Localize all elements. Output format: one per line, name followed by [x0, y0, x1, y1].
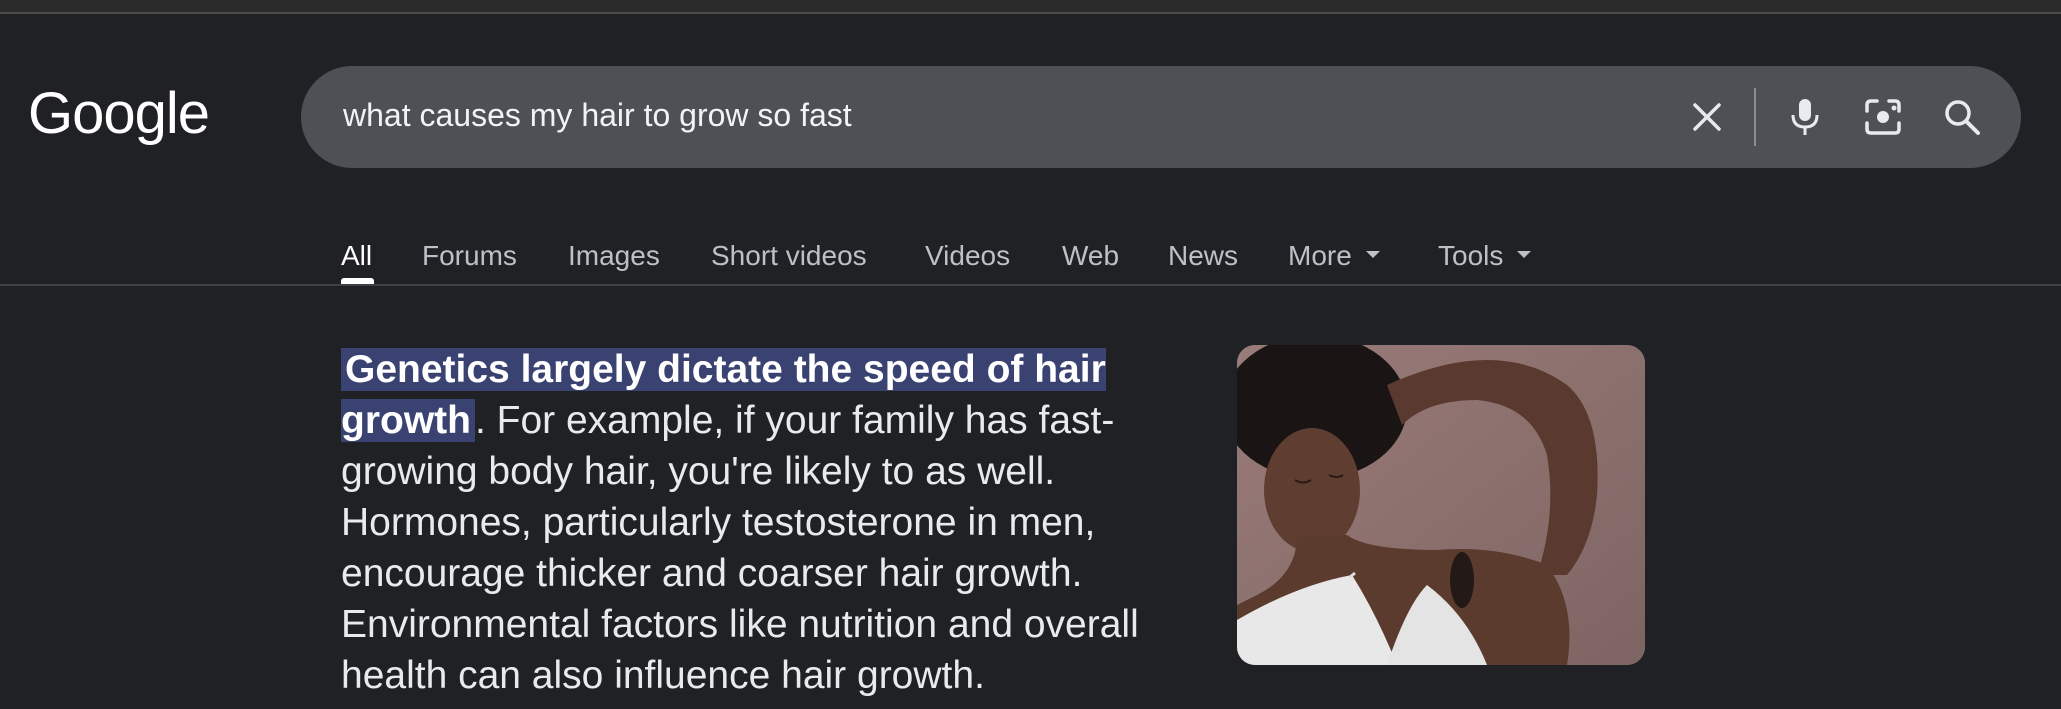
search-box[interactable]: what causes my hair to grow so fast: [301, 66, 2021, 168]
tab-tools[interactable]: Tools: [1438, 240, 1532, 272]
tab-images[interactable]: Images: [568, 240, 660, 272]
tab-more-label: More: [1288, 240, 1352, 271]
tab-short-videos[interactable]: Short videos: [711, 240, 867, 272]
tab-news[interactable]: News: [1168, 240, 1238, 272]
search-icon[interactable]: [1938, 93, 1986, 141]
microphone-icon[interactable]: [1781, 93, 1829, 141]
featured-snippet-text: Genetics largely dictate the speed of ha…: [341, 344, 1181, 701]
snippet-thumbnail-image[interactable]: [1237, 345, 1645, 665]
chevron-down-icon: [1517, 251, 1532, 259]
tab-web[interactable]: Web: [1062, 240, 1119, 272]
camera-lens-icon[interactable]: [1859, 93, 1907, 141]
tab-more[interactable]: More: [1288, 240, 1380, 272]
tab-forums[interactable]: Forums: [422, 240, 517, 272]
browser-top-edge: [0, 0, 2061, 14]
snippet-body: . For example, if your family has fast-g…: [341, 399, 1139, 697]
chevron-down-icon: [1365, 251, 1380, 259]
search-results-page: Google what causes my hair to grow so fa…: [0, 14, 2061, 709]
tab-videos[interactable]: Videos: [925, 240, 1010, 272]
search-tabs: All Forums Images Short videos Videos We…: [0, 210, 2061, 300]
google-logo[interactable]: Google: [28, 80, 210, 147]
tab-tools-label: Tools: [1438, 240, 1504, 271]
search-input[interactable]: what causes my hair to grow so fast: [343, 97, 852, 134]
search-box-divider: [1754, 88, 1756, 146]
tab-all[interactable]: All: [341, 240, 372, 272]
tabs-divider: [0, 284, 2061, 286]
close-icon[interactable]: [1683, 93, 1731, 141]
